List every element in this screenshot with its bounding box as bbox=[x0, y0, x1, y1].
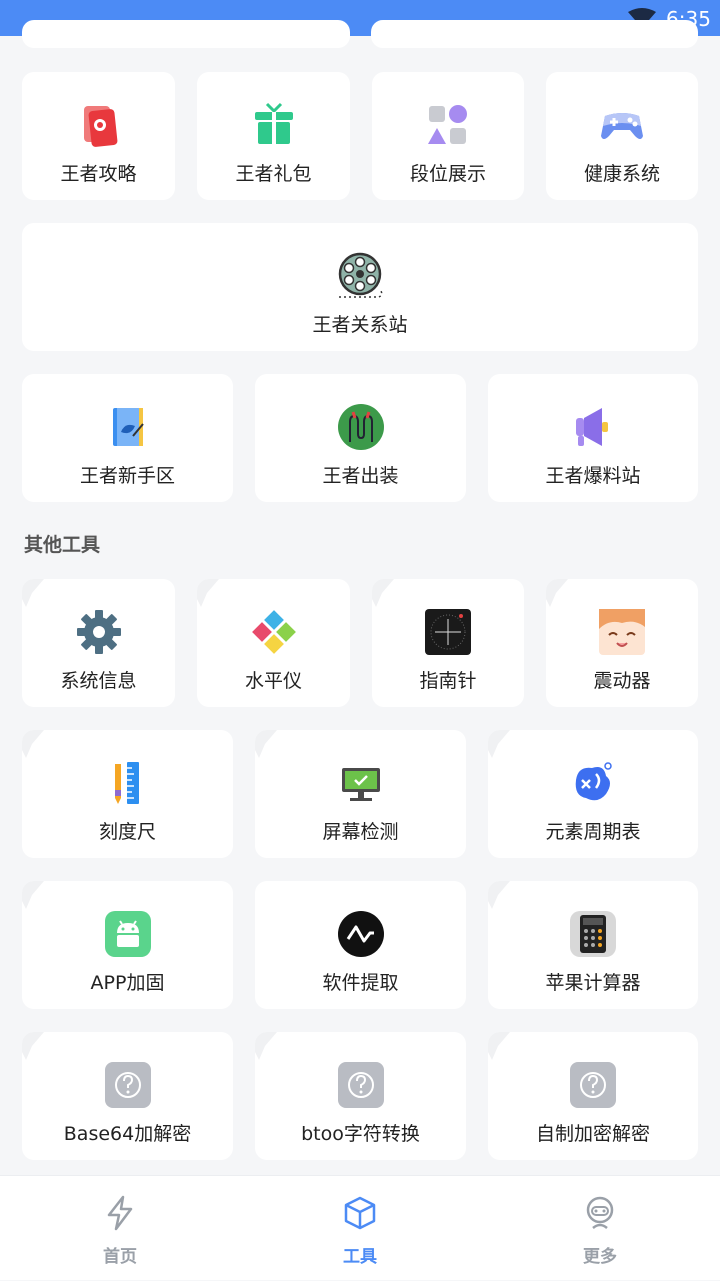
tool-card-wangzhe-libao[interactable]: 王者礼包 bbox=[197, 72, 350, 200]
tool-label: 软件提取 bbox=[322, 972, 399, 994]
tool-card-btoo[interactable]: btoo字符转换 bbox=[255, 1032, 466, 1160]
tool-card-wangzhe-baoliaozhan[interactable]: 王者爆料站 bbox=[488, 374, 698, 502]
tool-card-ruanjian-tiqu[interactable]: 软件提取 bbox=[255, 881, 466, 1009]
corner-fold-icon bbox=[372, 579, 394, 607]
tool-label: 王者礼包 bbox=[235, 163, 312, 185]
tool-card-jiankang-xitong[interactable]: 健康系统 bbox=[546, 72, 698, 200]
corner-fold-icon bbox=[22, 730, 44, 758]
tool-label: 段位展示 bbox=[409, 163, 486, 185]
calculator-icon bbox=[570, 911, 616, 957]
tool-card-shuipingyi[interactable]: 水平仪 bbox=[197, 579, 350, 707]
tool-card-duanwei-zhanshi[interactable]: 段位展示 bbox=[372, 72, 524, 200]
tool-label: Base64加解密 bbox=[63, 1123, 192, 1145]
tool-label: 健康系统 bbox=[583, 163, 660, 185]
tool-label: 屏幕检测 bbox=[322, 821, 399, 843]
pulse-icon bbox=[337, 911, 384, 957]
tool-card-wangzhe-xinshouqu[interactable]: 王者新手区 bbox=[22, 374, 233, 502]
tool-card-app-jiagu[interactable]: APP加固 bbox=[22, 881, 233, 1009]
tool-card-keduchi[interactable]: 刻度尺 bbox=[22, 730, 233, 858]
tool-card-base64[interactable]: Base64加解密 bbox=[22, 1032, 233, 1160]
tool-label: 自制加密解密 bbox=[535, 1123, 650, 1145]
tool-card-xitong-xinxi[interactable]: 系统信息 bbox=[22, 579, 175, 707]
tool-label: btoo字符转换 bbox=[301, 1123, 420, 1145]
notebook-icon bbox=[112, 408, 144, 446]
corner-fold-icon bbox=[488, 881, 510, 909]
android-icon bbox=[104, 911, 151, 957]
question-icon bbox=[337, 1062, 384, 1108]
ruler-pencil-icon bbox=[114, 762, 139, 804]
tool-card-zhendongqi[interactable]: 震动器 bbox=[546, 579, 698, 707]
corner-fold-icon bbox=[197, 579, 219, 607]
tool-card-pingmu-jiance[interactable]: 屏幕检测 bbox=[255, 730, 466, 858]
tool-label: 王者爆料站 bbox=[545, 465, 641, 487]
tool-label: 王者关系站 bbox=[312, 314, 408, 336]
element-icon bbox=[575, 762, 612, 801]
robot-icon bbox=[586, 1196, 614, 1229]
megaphone-icon bbox=[576, 408, 608, 446]
tool-label: 指南针 bbox=[419, 670, 477, 692]
tool-card-zizhi-jiami[interactable]: 自制加密解密 bbox=[488, 1032, 698, 1160]
tool-card-pingguo-jisuanqi[interactable]: 苹果计算器 bbox=[488, 881, 698, 1009]
puzzle-icon bbox=[251, 610, 296, 654]
tool-label: APP加固 bbox=[90, 972, 165, 994]
tool-label: 震动器 bbox=[593, 670, 651, 692]
monitor-check-icon bbox=[341, 768, 380, 801]
lightning-icon bbox=[107, 1195, 133, 1231]
tab-label: 工具 bbox=[343, 1247, 377, 1267]
tab-more[interactable]: 更多 bbox=[530, 1176, 670, 1281]
corner-fold-icon bbox=[255, 1032, 277, 1060]
tool-card-yuansu-zhouqibiao[interactable]: 元素周期表 bbox=[488, 730, 698, 858]
bottom-tab-bar: 首页 工具 更多 bbox=[0, 1175, 720, 1280]
tool-label: 水平仪 bbox=[244, 670, 302, 692]
tool-label: 王者攻略 bbox=[60, 163, 137, 185]
tool-card-wangzhe-chuzhuang[interactable]: 王者出装 bbox=[255, 374, 466, 502]
tool-label: 王者出装 bbox=[322, 465, 399, 487]
tool-card-zhinanzhen[interactable]: 指南针 bbox=[372, 579, 524, 707]
gift-icon bbox=[254, 102, 293, 144]
tool-card-wangzhe-guanxizhan[interactable]: 王者关系站 bbox=[22, 223, 698, 351]
anime-face-icon bbox=[599, 609, 645, 655]
tool-card-wangzhe-gonglue[interactable]: 王者攻略 bbox=[22, 72, 175, 200]
shapes-icon bbox=[428, 105, 467, 144]
tab-home[interactable]: 首页 bbox=[50, 1176, 190, 1281]
question-icon bbox=[104, 1062, 151, 1108]
corner-fold-icon bbox=[488, 1032, 510, 1060]
tool-label: 元素周期表 bbox=[545, 821, 641, 843]
cube-icon bbox=[344, 1196, 376, 1230]
green-circle-icon bbox=[337, 404, 384, 450]
corner-fold-icon bbox=[22, 579, 44, 607]
gamepad-icon bbox=[601, 113, 643, 139]
corner-fold-icon bbox=[546, 579, 568, 607]
compass-icon bbox=[425, 609, 471, 655]
corner-fold-icon bbox=[22, 1032, 44, 1060]
red-cards-icon bbox=[83, 106, 117, 147]
gear-icon bbox=[76, 610, 121, 654]
corner-fold-icon bbox=[22, 881, 44, 909]
tab-tools[interactable]: 工具 bbox=[290, 1176, 430, 1281]
film-reel-icon bbox=[338, 252, 383, 298]
tab-label: 首页 bbox=[103, 1247, 137, 1267]
question-icon bbox=[570, 1062, 616, 1108]
tool-label: 系统信息 bbox=[60, 670, 137, 692]
partial-card[interactable] bbox=[22, 20, 350, 48]
tool-label: 刻度尺 bbox=[98, 821, 156, 843]
tool-label: 苹果计算器 bbox=[545, 972, 641, 994]
section-title-other-tools: 其他工具 bbox=[24, 534, 101, 556]
partial-card[interactable] bbox=[371, 20, 698, 48]
tab-label: 更多 bbox=[583, 1247, 617, 1267]
corner-fold-icon bbox=[488, 730, 510, 758]
tool-label: 王者新手区 bbox=[79, 465, 175, 487]
corner-fold-icon bbox=[255, 730, 277, 758]
